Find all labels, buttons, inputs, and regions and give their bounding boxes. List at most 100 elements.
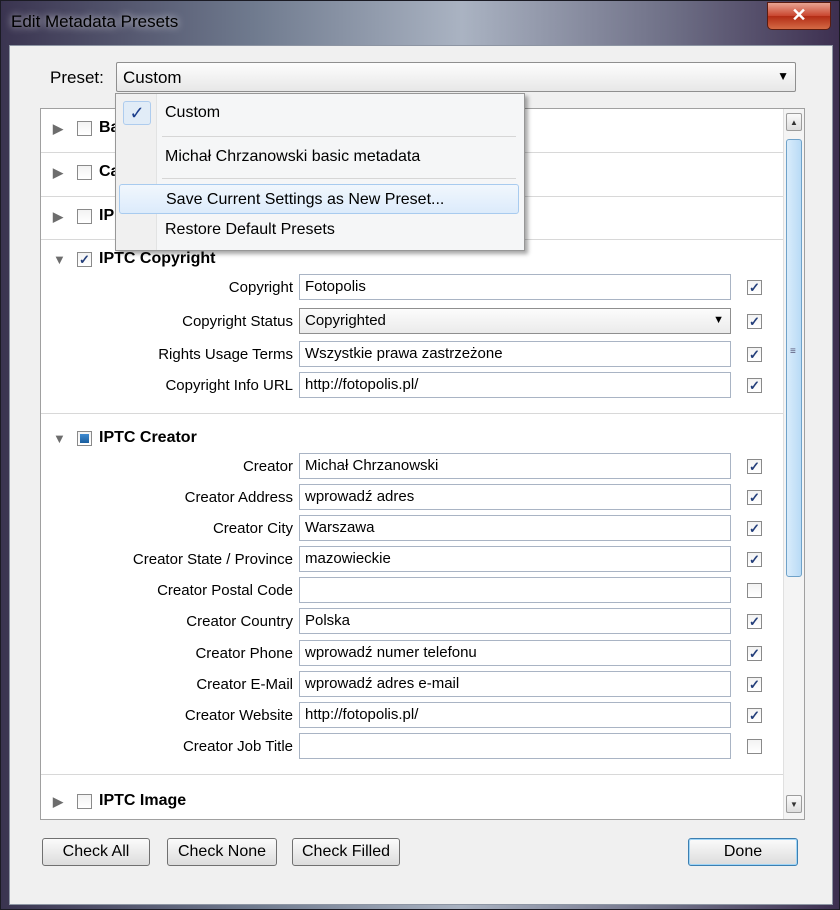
- field-label: Creator Phone: [195, 645, 293, 662]
- field-checkbox[interactable]: ✓: [747, 378, 762, 393]
- field-creator-website: Creator Website http://fotopolis.pl/ ✓: [41, 702, 783, 730]
- menu-item-saved-preset[interactable]: Michał Chrzanowski basic metadata: [119, 142, 519, 172]
- checkmark-icon: ✓: [123, 101, 151, 125]
- menu-item-label: Restore Default Presets: [165, 221, 335, 238]
- section-checkbox[interactable]: [77, 121, 92, 136]
- field-creator-email: Creator E-Mail wprowadź adres e-mail ✓: [41, 671, 783, 699]
- menu-item-custom[interactable]: ✓ Custom: [119, 98, 519, 128]
- field-label: Copyright Status: [182, 313, 293, 330]
- creator-address-input[interactable]: wprowadź adres: [299, 484, 731, 510]
- menu-item-save-new-preset[interactable]: Save Current Settings as New Preset...: [119, 184, 519, 214]
- section-checkbox[interactable]: [77, 794, 92, 809]
- field-rights-usage-terms: Rights Usage Terms Wszystkie prawa zastr…: [41, 341, 783, 369]
- close-button[interactable]: ✕: [767, 2, 831, 30]
- creator-phone-input[interactable]: wprowadź numer telefonu: [299, 640, 731, 666]
- field-label: Copyright Info URL: [165, 377, 293, 394]
- section-title: IPTC Creator: [99, 429, 197, 446]
- menu-item-label: Custom: [165, 104, 221, 121]
- preset-select[interactable]: Custom ▼: [116, 62, 796, 92]
- field-checkbox[interactable]: [747, 739, 762, 754]
- collapse-triangle-icon[interactable]: ▼: [53, 431, 66, 446]
- window-title: Edit Metadata Presets: [11, 12, 179, 31]
- field-checkbox[interactable]: ✓: [747, 646, 762, 661]
- section-checkbox[interactable]: [77, 165, 92, 180]
- field-creator-phone: Creator Phone wprowadź numer telefonu ✓: [41, 640, 783, 668]
- menu-item-restore-defaults[interactable]: Restore Default Presets: [119, 215, 519, 245]
- done-button[interactable]: Done: [688, 838, 798, 866]
- title-bar[interactable]: Edit Metadata Presets ✕: [1, 1, 839, 45]
- preset-dropdown-menu: ✓ Custom Michał Chrzanowski basic metada…: [115, 93, 525, 251]
- section-checkbox[interactable]: ✓: [77, 252, 92, 267]
- creator-country-input[interactable]: Polska: [299, 608, 731, 634]
- field-label: Creator E-Mail: [196, 676, 293, 693]
- copyright-status-select[interactable]: Copyrighted ▼: [299, 308, 731, 334]
- field-copyright-status: Copyright Status Copyrighted ▼ ✓: [41, 308, 783, 336]
- field-checkbox[interactable]: ✓: [747, 459, 762, 474]
- field-checkbox[interactable]: ✓: [747, 614, 762, 629]
- copyright-info-url-input[interactable]: http://fotopolis.pl/: [299, 372, 731, 398]
- creator-input[interactable]: Michał Chrzanowski: [299, 453, 731, 479]
- section-title: IPTC Copyright: [99, 250, 216, 267]
- field-label: Creator Country: [186, 613, 293, 630]
- chevron-down-icon: ▼: [777, 69, 789, 83]
- section-checkbox[interactable]: [77, 209, 92, 224]
- check-filled-button[interactable]: Check Filled: [292, 838, 400, 866]
- creator-website-input[interactable]: http://fotopolis.pl/: [299, 702, 731, 728]
- field-checkbox[interactable]: ✓: [747, 314, 762, 329]
- field-creator-state: Creator State / Province mazowieckie ✓: [41, 546, 783, 574]
- field-checkbox[interactable]: ✓: [747, 490, 762, 505]
- field-label: Creator City: [212, 520, 293, 537]
- field-label: Creator: [242, 458, 293, 475]
- field-label: Copyright: [228, 279, 293, 296]
- creator-state-input[interactable]: mazowieckie: [299, 546, 731, 572]
- collapse-triangle-icon[interactable]: ▼: [53, 252, 66, 267]
- expand-triangle-icon[interactable]: ▶: [53, 794, 63, 810]
- creator-postal-code-input[interactable]: [299, 577, 731, 603]
- divider: [41, 774, 783, 775]
- field-creator: Creator Michał Chrzanowski ✓: [41, 453, 783, 481]
- copyright-input[interactable]: Fotopolis: [299, 274, 731, 300]
- select-value: Copyrighted: [305, 312, 386, 329]
- creator-job-title-input[interactable]: [299, 733, 731, 759]
- check-none-button[interactable]: Check None: [167, 838, 277, 866]
- field-creator-job-title: Creator Job Title: [41, 733, 783, 761]
- menu-item-label: Michał Chrzanowski basic metadata: [165, 148, 421, 165]
- creator-email-input[interactable]: wprowadź adres e-mail: [299, 671, 731, 697]
- field-creator-address: Creator Address wprowadź adres ✓: [41, 484, 783, 512]
- field-label: Creator Address: [184, 489, 293, 506]
- section-title: IP: [99, 207, 115, 224]
- scroll-down-button[interactable]: ▼: [786, 795, 802, 813]
- field-creator-postal-code: Creator Postal Code: [41, 577, 783, 605]
- field-creator-country: Creator Country Polska ✓: [41, 608, 783, 636]
- expand-triangle-icon[interactable]: ▶: [53, 121, 63, 137]
- field-label: Creator State / Province: [132, 551, 293, 568]
- creator-city-input[interactable]: Warszawa: [299, 515, 731, 541]
- preset-label: Preset:: [50, 68, 104, 87]
- field-checkbox[interactable]: ✓: [747, 347, 762, 362]
- field-checkbox[interactable]: ✓: [747, 552, 762, 567]
- field-creator-city: Creator City Warszawa ✓: [41, 515, 783, 543]
- expand-triangle-icon[interactable]: ▶: [53, 165, 63, 181]
- field-checkbox[interactable]: ✓: [747, 677, 762, 692]
- check-all-button[interactable]: Check All: [42, 838, 150, 866]
- dialog-window: Edit Metadata Presets ✕ Preset: Custom ▼…: [0, 0, 840, 910]
- section-iptc-image[interactable]: ▶ IPTC Image: [41, 782, 783, 819]
- field-checkbox[interactable]: ✓: [747, 708, 762, 723]
- menu-item-label: Save Current Settings as New Preset...: [166, 191, 445, 208]
- rights-usage-terms-input[interactable]: Wszystkie prawa zastrzeżone: [299, 341, 731, 367]
- scroll-thumb[interactable]: ≡: [786, 139, 802, 577]
- vertical-scrollbar[interactable]: ▲ ≡ ▼: [783, 109, 804, 819]
- field-label: Rights Usage Terms: [158, 346, 293, 363]
- preset-select-value: Custom: [123, 68, 182, 87]
- expand-triangle-icon[interactable]: ▶: [53, 209, 63, 225]
- field-checkbox[interactable]: ✓: [747, 521, 762, 536]
- close-icon: ✕: [791, 5, 807, 25]
- field-copyright: Copyright Fotopolis ✓: [41, 274, 783, 302]
- field-checkbox[interactable]: ✓: [747, 280, 762, 295]
- section-title: IPTC Image: [99, 792, 187, 809]
- field-checkbox[interactable]: [747, 583, 762, 598]
- section-checkbox-partial[interactable]: [77, 431, 92, 446]
- grip-icon: ≡: [790, 346, 796, 357]
- scroll-up-button[interactable]: ▲: [786, 113, 802, 131]
- divider: [41, 413, 783, 414]
